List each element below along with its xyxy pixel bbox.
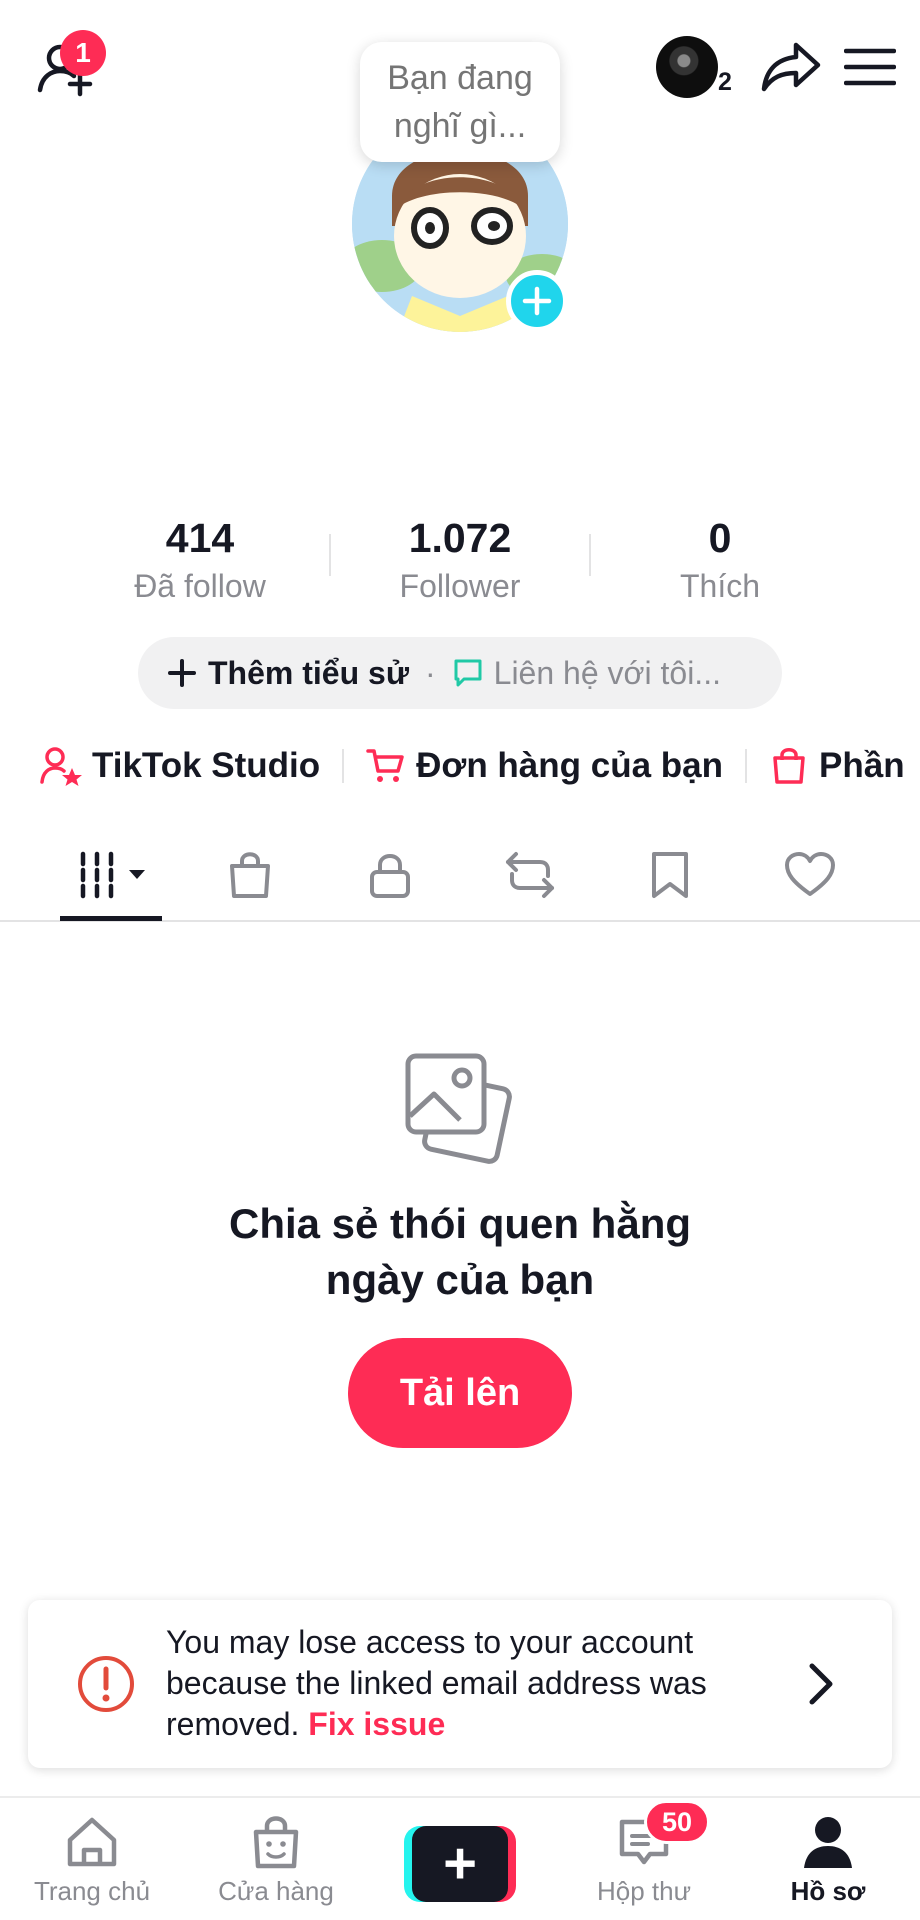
stat-following[interactable]: 414 Đã follow: [71, 512, 329, 606]
studio-user-star-icon: [40, 747, 82, 786]
plus-icon: [522, 286, 552, 316]
account-warning-banner[interactable]: You may lose access to your account beca…: [28, 1600, 892, 1768]
thought-bubble[interactable]: Bạn đang nghĩ gì...: [360, 42, 560, 162]
tiktok-studio-label: TikTok Studio: [92, 746, 321, 785]
empty-state-title: Chia sẻ thói quen hằng ngày của bạn: [0, 1196, 920, 1308]
tab-private[interactable]: [340, 840, 440, 910]
nav-shop-label: Cửa hàng: [218, 1876, 334, 1906]
create-button[interactable]: +: [404, 1826, 516, 1902]
fix-issue-link[interactable]: Fix issue: [308, 1706, 445, 1742]
repost-icon: [506, 852, 554, 898]
shop-bag-icon: [253, 1816, 299, 1869]
profile-screen: 1 2 Bạn đang nghĩ gì... 414 Đã follow 1.…: [0, 0, 920, 1920]
heart-icon: [785, 852, 835, 896]
inbox-badge: 50: [644, 1800, 710, 1844]
photos-icon: [404, 1052, 516, 1164]
empty-title-line-1: Chia sẻ thói quen hằng: [228, 1200, 692, 1247]
bio-actions: Thêm tiểu sử · Liên hệ với tôi...: [138, 637, 782, 709]
message-bubble-icon: [454, 659, 482, 687]
rewards-label: Phần: [819, 746, 905, 785]
followers-count: 1.072: [408, 515, 512, 561]
tab-reposts[interactable]: [480, 840, 580, 910]
profile-person-icon: [804, 1817, 852, 1868]
add-friends-badge: 1: [60, 30, 106, 76]
active-tab-indicator: [60, 916, 162, 921]
home-icon: [67, 1817, 117, 1867]
followers-label: Follower: [399, 568, 521, 604]
link-divider: [342, 749, 345, 783]
tab-liked[interactable]: [760, 840, 860, 910]
tab-favorites[interactable]: [620, 840, 720, 910]
nav-profile[interactable]: Hồ sơ: [736, 1812, 920, 1912]
tiktok-studio-link[interactable]: TikTok Studio: [40, 746, 320, 786]
nav-shop[interactable]: Cửa hàng: [184, 1812, 368, 1912]
plus-icon: [168, 659, 196, 687]
lock-icon: [370, 854, 410, 898]
bio-separator: ·: [424, 654, 436, 691]
empty-title-line-2: ngày của bạn: [325, 1256, 595, 1303]
share-icon[interactable]: [760, 39, 822, 100]
create-plus-icon: +: [412, 1826, 508, 1902]
nav-profile-label: Hồ sơ: [790, 1876, 866, 1906]
tab-shop[interactable]: [200, 840, 300, 910]
contact-me-button[interactable]: Liên hệ với tôi...: [452, 655, 721, 692]
nav-home[interactable]: Trang chủ: [0, 1812, 184, 1912]
shopping-bag-icon: [230, 852, 270, 898]
bookmark-icon: [652, 852, 688, 898]
story-avatar: [656, 36, 718, 98]
warning-message: You may lose access to your account beca…: [166, 1622, 806, 1745]
bag-icon: [773, 748, 805, 784]
content-tabs: [0, 830, 920, 922]
following-label: Đã follow: [134, 568, 266, 604]
shopping-cart-icon: [366, 749, 404, 782]
upload-button[interactable]: Tải lên: [348, 1338, 572, 1448]
stat-likes[interactable]: 0 Thích: [591, 512, 849, 606]
chevron-right-icon[interactable]: [798, 1660, 842, 1708]
link-divider: [745, 749, 748, 783]
warning-icon: [76, 1654, 136, 1714]
add-avatar-button[interactable]: [506, 270, 568, 332]
orders-label: Đơn hàng của bạn: [416, 746, 724, 785]
story-avatar-count: 2: [718, 68, 732, 96]
profile-stats: 414 Đã follow 1.072 Follower 0 Thích: [0, 512, 920, 606]
contact-me-label: Liên hệ với tôi...: [493, 654, 721, 691]
add-bio-button[interactable]: Thêm tiểu sử: [168, 655, 409, 692]
grid-videos-icon: [75, 851, 145, 899]
story-avatar-button[interactable]: 2: [656, 36, 738, 102]
likes-label: Thích: [679, 568, 761, 604]
orders-link[interactable]: Đơn hàng của bạn: [366, 746, 723, 786]
quick-links: TikTok Studio Đơn hàng của bạn Phần: [40, 740, 920, 792]
rewards-link[interactable]: Phần: [769, 746, 905, 786]
likes-count: 0: [708, 515, 732, 561]
stat-followers[interactable]: 1.072 Follower: [331, 512, 589, 606]
bottom-navigation: Trang chủ Cửa hàng + Hộp thư Hồ sơ: [0, 1796, 920, 1920]
menu-icon[interactable]: [843, 45, 897, 94]
top-right-actions: 2: [656, 36, 897, 102]
tab-videos[interactable]: [61, 840, 161, 910]
nav-home-label: Trang chủ: [33, 1876, 151, 1906]
following-count: 414: [165, 515, 235, 561]
nav-inbox-label: Hộp thư: [596, 1876, 691, 1906]
add-bio-label: Thêm tiểu sử: [208, 654, 409, 691]
